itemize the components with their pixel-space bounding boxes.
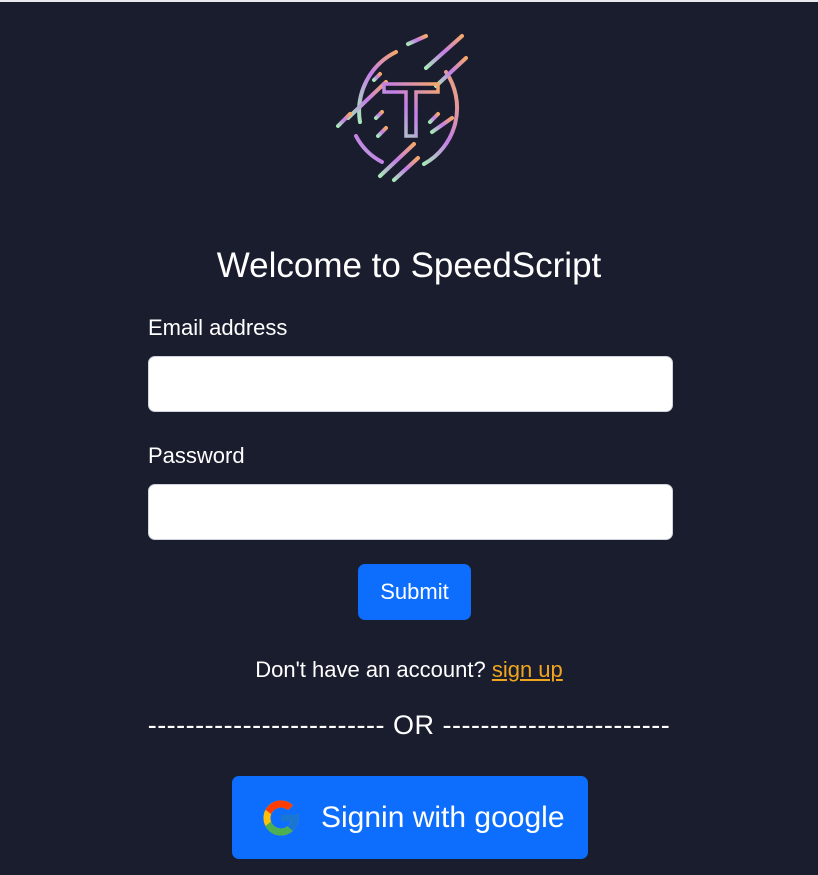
signup-prompt-text: Don't have an account? (255, 657, 486, 682)
page-title: Welcome to SpeedScript (216, 246, 602, 285)
password-label: Password (148, 443, 245, 468)
password-field[interactable] (148, 484, 673, 540)
submit-button[interactable]: Submit (358, 564, 471, 620)
google-icon (260, 797, 302, 839)
signup-prompt-line: Don't have an account? sign up (0, 656, 818, 684)
google-signin-label: Signin with google (321, 801, 565, 834)
email-field[interactable] (148, 356, 673, 412)
or-divider: ------------------------- OR -----------… (147, 710, 671, 740)
speedscript-logo-icon (334, 32, 478, 184)
sign-up-link[interactable]: sign up (492, 657, 563, 682)
google-signin-button[interactable]: Signin with google (232, 776, 588, 859)
email-label: Email address (148, 315, 288, 340)
